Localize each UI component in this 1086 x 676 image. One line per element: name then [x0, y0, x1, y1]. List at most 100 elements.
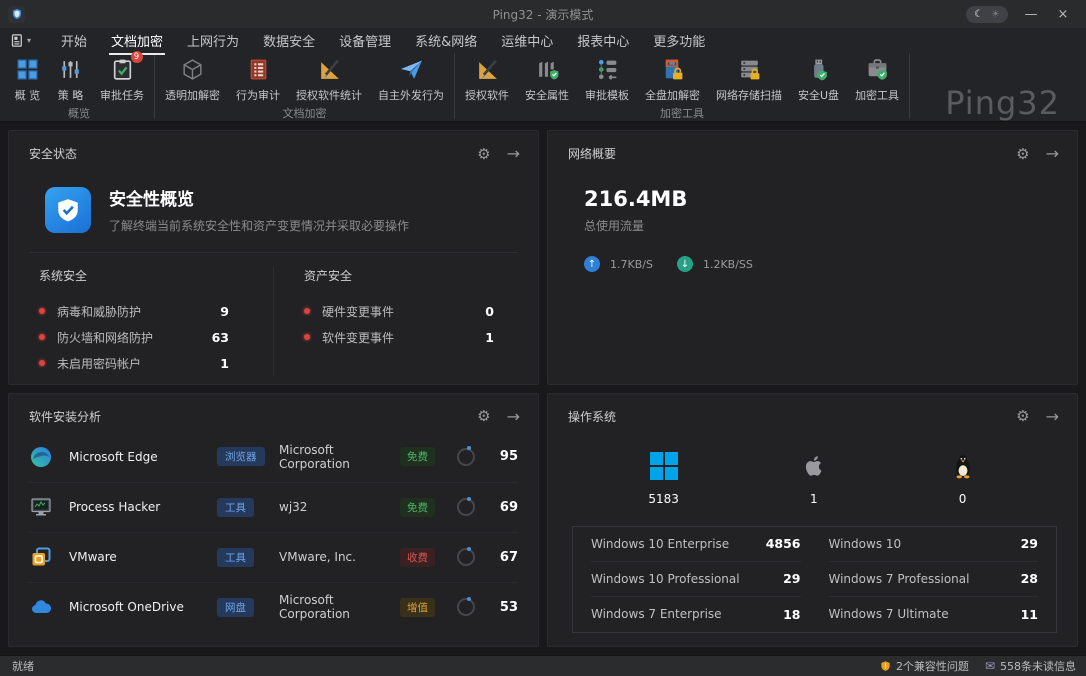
title-bar: Ping32 - 演示模式 ☾ ☀ — ×: [0, 0, 1086, 28]
policy-button[interactable]: 策 略: [49, 53, 92, 103]
gear-icon[interactable]: ⚙: [477, 407, 490, 425]
tab-ops-center[interactable]: 运维中心: [489, 28, 565, 53]
tab-web-behavior[interactable]: 上网行为: [175, 28, 251, 53]
category-badge: 工具: [217, 548, 254, 567]
tab-system-network[interactable]: 系统&网络: [403, 28, 489, 53]
list-item[interactable]: 未启用密码帐户 1: [39, 350, 273, 376]
tab-start[interactable]: 开始: [49, 28, 99, 53]
table-row[interactable]: Windows 7 Ultimate 11: [829, 597, 1039, 632]
table-row[interactable]: Windows 10 Enterprise 4856: [591, 527, 801, 562]
overview-button[interactable]: 概 览: [6, 53, 49, 103]
table-row[interactable]: Windows 7 Enterprise 18: [591, 597, 801, 632]
security-hero[interactable]: 安全性概览 了解终端当前系统安全性和资产变更情况并采取必要操作: [9, 163, 538, 234]
price-badge: 收费: [400, 548, 435, 567]
total-traffic-label: 总使用流量: [584, 217, 1077, 234]
asset-security-section: 资产安全 硬件变更事件 0 软件变更事件 1: [273, 267, 538, 376]
tab-data-security[interactable]: 数据安全: [251, 28, 327, 53]
tab-device-mgmt[interactable]: 设备管理: [327, 28, 403, 53]
linux-count[interactable]: 0: [949, 452, 977, 506]
encryption-tools-button[interactable]: 加密工具: [847, 53, 907, 103]
audit-list-icon: [245, 56, 272, 83]
list-item[interactable]: 防火墙和网络防护 63: [39, 324, 273, 350]
authorized-software-stats-button[interactable]: 授权软件统计: [288, 53, 370, 103]
score-ring-icon: [457, 548, 475, 566]
warning-shield-icon: [880, 660, 891, 672]
behavior-audit-button[interactable]: 行为审计: [228, 53, 288, 103]
secure-usb-button[interactable]: 安全U盘: [790, 53, 847, 103]
ssd-lock-icon: SSD: [659, 56, 686, 83]
tab-more-features[interactable]: 更多功能: [641, 28, 717, 53]
minimize-button[interactable]: —: [1022, 7, 1040, 22]
price-badge: 免费: [400, 447, 435, 466]
gear-icon[interactable]: ⚙: [1016, 145, 1029, 163]
price-badge: 免费: [400, 498, 435, 517]
ping32-window: Ping32 - 演示模式 ☾ ☀ — × ▾ 开始 文档加密 上网行为 数据安…: [0, 0, 1086, 676]
download-speed: 1.2KB/SS: [703, 258, 753, 271]
panel-title: 网络概要: [568, 145, 616, 162]
apple-logo-icon: [800, 452, 828, 480]
arrow-right-icon[interactable]: →: [507, 144, 520, 163]
close-button[interactable]: ×: [1054, 7, 1072, 22]
security-attributes-button[interactable]: 安全属性: [517, 53, 577, 103]
main-menu-button[interactable]: ▾: [10, 33, 31, 48]
usb-shield-icon: [805, 56, 832, 83]
brand-watermark: Ping32: [945, 84, 1060, 122]
hero-subtitle: 了解终端当前系统安全性和资产变更情况并采取必要操作: [109, 217, 409, 234]
price-badge: 增值: [400, 598, 435, 617]
tab-report-center[interactable]: 报表中心: [565, 28, 641, 53]
network-storage-scan-button[interactable]: 网络存储扫描: [708, 53, 790, 103]
onedrive-icon: [29, 595, 53, 619]
group-label-encryption-tools: 加密工具: [457, 105, 907, 120]
toolbar-group-overview: 概 览 策 略 9 审批任务: [4, 53, 155, 119]
edge-browser-icon: [29, 445, 53, 469]
gear-icon[interactable]: ⚙: [1016, 407, 1029, 425]
total-traffic-value: 216.4MB: [584, 187, 1077, 211]
toolbar-group-doc-encryption: 透明加解密 行为审计 授权软件统计: [155, 53, 455, 119]
server-lock-icon: [736, 56, 763, 83]
self-send-behavior-button[interactable]: 自主外发行为: [370, 53, 452, 103]
table-row[interactable]: Microsoft OneDrive 网盘 Microsoft Corporat…: [29, 582, 518, 632]
light-mode-icon[interactable]: ☀: [991, 9, 1000, 20]
unread-messages[interactable]: ✉ 558条未读信息: [985, 658, 1076, 674]
tab-doc-encryption[interactable]: 文档加密: [99, 28, 175, 53]
windows-logo-icon: [650, 452, 678, 480]
gear-icon[interactable]: ⚙: [477, 145, 490, 163]
table-row[interactable]: Windows 10 Professional 29: [591, 562, 801, 597]
list-item[interactable]: 软件变更事件 1: [304, 324, 538, 350]
windows-count[interactable]: 5183: [648, 452, 679, 506]
shield-check-icon: [45, 187, 91, 233]
table-row[interactable]: Process Hacker 工具 wj32 免费 69: [29, 482, 518, 532]
list-item[interactable]: 硬件变更事件 0: [304, 298, 538, 324]
approval-clipboard-icon: 9: [109, 56, 136, 83]
dark-mode-icon[interactable]: ☾: [974, 9, 983, 20]
compatibility-issues[interactable]: 2个兼容性问题: [880, 658, 969, 674]
cube-icon: [179, 56, 206, 83]
chevron-down-icon: ▾: [27, 36, 31, 45]
approval-template-button[interactable]: 审批模板: [577, 53, 637, 103]
authorized-software-button[interactable]: 授权软件: [457, 53, 517, 103]
table-row[interactable]: VMware 工具 VMware, Inc. 收费 67: [29, 532, 518, 582]
upload-arrow-icon: ↑: [584, 256, 600, 272]
section-title: 资产安全: [304, 267, 538, 284]
group-label-overview: 概览: [6, 105, 152, 120]
ruler-pen-icon: [316, 56, 343, 83]
table-row[interactable]: Windows 10 29: [829, 527, 1039, 562]
transparent-crypt-button[interactable]: 透明加解密: [157, 53, 228, 103]
arrow-right-icon[interactable]: →: [1046, 144, 1059, 163]
flow-template-icon: [594, 56, 621, 83]
status-bar: 就绪 2个兼容性问题 ✉ 558条未读信息: [0, 655, 1086, 676]
full-disk-crypt-button[interactable]: SSD 全盘加解密: [637, 53, 708, 103]
theme-toggle[interactable]: ☾ ☀: [966, 6, 1008, 23]
arrow-right-icon[interactable]: →: [507, 407, 520, 426]
list-item[interactable]: 病毒和威胁防护 9: [39, 298, 273, 324]
table-row[interactable]: Windows 7 Professional 28: [829, 562, 1039, 597]
panel-title: 安全状态: [29, 145, 77, 162]
table-row[interactable]: Microsoft Edge 浏览器 Microsoft Corporation…: [29, 432, 518, 482]
alert-dot-icon: [39, 334, 45, 340]
approval-tasks-button[interactable]: 9 审批任务: [92, 53, 152, 103]
alert-dot-icon: [39, 360, 45, 366]
arrow-right-icon[interactable]: →: [1046, 407, 1059, 426]
macos-count[interactable]: 1: [800, 452, 828, 506]
ruler-pen-icon: [474, 56, 501, 83]
hero-title: 安全性概览: [109, 185, 409, 210]
